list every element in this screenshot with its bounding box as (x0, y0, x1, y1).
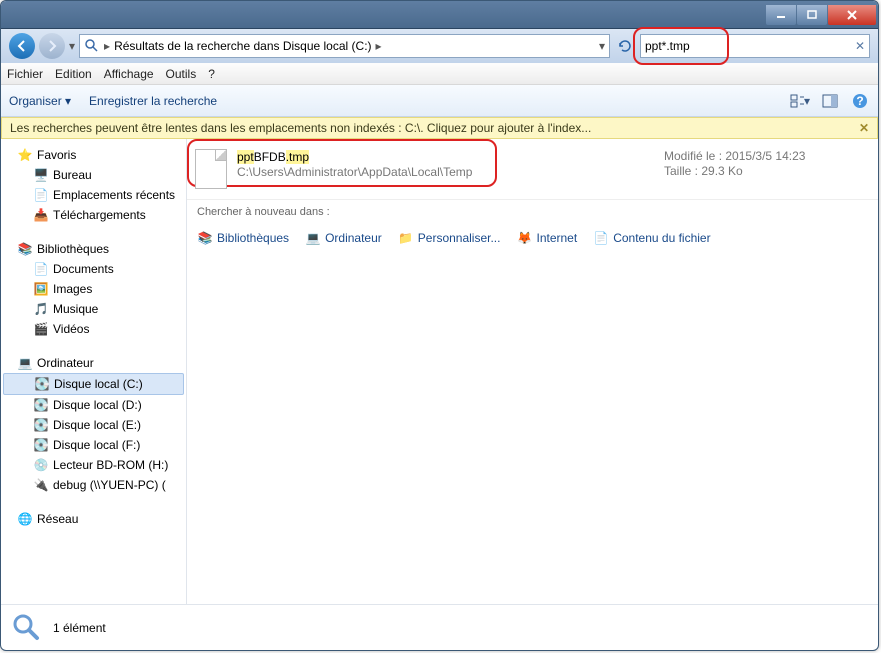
back-button[interactable] (9, 33, 35, 59)
disk-icon: 💽 (33, 417, 49, 433)
result-path: C:\Users\Administrator\AppData\Local\Tem… (237, 165, 664, 179)
explorer-window: ▾ ▸ Résultats de la recherche dans Disqu… (0, 0, 879, 651)
downloads-icon: 📥 (33, 207, 49, 223)
disk-icon: 💽 (34, 376, 50, 392)
disk-icon: 💽 (33, 437, 49, 453)
minimize-button[interactable] (766, 5, 796, 25)
help-button[interactable]: ? (850, 93, 870, 109)
sidebar-item-videos[interactable]: 🎬Vidéos (1, 319, 186, 339)
modified-value: 2015/3/5 14:23 (725, 149, 805, 163)
search-again-computer[interactable]: 💻Ordinateur (305, 230, 382, 246)
size-value: 29.3 Ko (701, 164, 742, 178)
breadcrumb-label: Résultats de la recherche dans Disque lo… (114, 39, 371, 53)
navigation-pane: ⭐ Favoris 🖥️Bureau 📄Emplacements récents… (1, 139, 187, 604)
modified-label: Modifié le : (664, 149, 722, 163)
netdrive-icon: 🔌 (33, 477, 49, 493)
menu-bar: Fichier Edition Affichage Outils ? (1, 63, 878, 85)
computer-header[interactable]: 💻 Ordinateur (1, 353, 186, 373)
status-bar: 1 élément (1, 604, 878, 650)
status-count: 1 élément (53, 621, 106, 635)
titlebar (1, 1, 878, 29)
menu-tools[interactable]: Outils (166, 67, 197, 81)
result-item[interactable]: pptBFDB.tmp C:\Users\Administrator\AppDa… (187, 139, 878, 199)
computer-icon: 💻 (17, 355, 33, 371)
sidebar-item-netdrive[interactable]: 🔌debug (\\YUEN-PC) ( (1, 475, 186, 495)
sidebar-item-bdrom[interactable]: 💿Lecteur BD-ROM (H:) (1, 455, 186, 475)
results-pane: pptBFDB.tmp C:\Users\Administrator\AppDa… (187, 139, 878, 604)
libraries-icon: 📚 (17, 241, 33, 257)
sidebar-item-music[interactable]: 🎵Musique (1, 299, 186, 319)
view-switch-button[interactable]: ▾ (790, 93, 810, 109)
favorites-icon: ⭐ (17, 147, 33, 163)
network-icon: 🌐 (17, 511, 33, 527)
network-header[interactable]: 🌐 Réseau (1, 509, 186, 529)
search-again-label: Chercher à nouveau dans : (187, 199, 878, 224)
result-filename: pptBFDB.tmp (237, 149, 664, 164)
maximize-button[interactable] (797, 5, 827, 25)
computer-icon: 💻 (305, 230, 321, 246)
sidebar-item-downloads[interactable]: 📥Téléchargements (1, 205, 186, 225)
history-dropdown-icon[interactable]: ▾ (69, 39, 75, 53)
svg-text:?: ? (856, 94, 863, 108)
pictures-icon: 🖼️ (33, 281, 49, 297)
menu-edit[interactable]: Edition (55, 67, 92, 81)
sidebar-item-drive-e[interactable]: 💽Disque local (E:) (1, 415, 186, 435)
size-label: Taille : (664, 164, 698, 178)
optical-icon: 💿 (33, 457, 49, 473)
forward-button[interactable] (39, 33, 65, 59)
search-box[interactable]: ✕ (640, 34, 870, 58)
search-again-customize[interactable]: 📁Personnaliser... (398, 230, 501, 246)
organize-button[interactable]: Organiser ▾ (9, 94, 71, 108)
sidebar-item-desktop[interactable]: 🖥️Bureau (1, 165, 186, 185)
sidebar-item-documents[interactable]: 📄Documents (1, 259, 186, 279)
folder-icon: 📁 (398, 230, 414, 246)
file-icon (195, 149, 227, 189)
sidebar-item-images[interactable]: 🖼️Images (1, 279, 186, 299)
disk-icon: 💽 (33, 397, 49, 413)
libraries-header[interactable]: 📚 Bibliothèques (1, 239, 186, 259)
file-content-icon: 📄 (593, 230, 609, 246)
search-again-internet[interactable]: 🦊Internet (516, 230, 577, 246)
index-info-bar[interactable]: Les recherches peuvent être lentes dans … (1, 117, 878, 139)
infobar-text: Les recherches peuvent être lentes dans … (10, 121, 591, 135)
firefox-icon: 🦊 (516, 230, 532, 246)
sidebar-item-recent[interactable]: 📄Emplacements récents (1, 185, 186, 205)
favorites-header[interactable]: ⭐ Favoris (1, 145, 186, 165)
videos-icon: 🎬 (33, 321, 49, 337)
breadcrumb-sep-icon[interactable]: ▸ (374, 39, 384, 53)
menu-view[interactable]: Affichage (104, 67, 154, 81)
breadcrumb-drop-icon[interactable]: ▾ (599, 39, 605, 53)
search-location-icon (84, 38, 100, 54)
breadcrumb-sep-icon: ▸ (102, 39, 112, 53)
save-search-button[interactable]: Enregistrer la recherche (89, 94, 217, 108)
search-again-filecontent[interactable]: 📄Contenu du fichier (593, 230, 710, 246)
libraries-icon: 📚 (197, 230, 213, 246)
sidebar-item-drive-f[interactable]: 💽Disque local (F:) (1, 435, 186, 455)
address-bar: ▾ ▸ Résultats de la recherche dans Disqu… (1, 29, 878, 63)
close-button[interactable] (828, 5, 876, 25)
breadcrumb[interactable]: ▸ Résultats de la recherche dans Disque … (79, 34, 610, 58)
toolbar: Organiser ▾ Enregistrer la recherche ▾ ? (1, 85, 878, 117)
search-input[interactable] (645, 39, 851, 53)
sidebar-item-drive-c[interactable]: 💽Disque local (C:) (3, 373, 184, 395)
refresh-button[interactable] (614, 35, 636, 57)
menu-help[interactable]: ? (208, 67, 215, 81)
music-icon: 🎵 (33, 301, 49, 317)
desktop-icon: 🖥️ (33, 167, 49, 183)
infobar-close-icon[interactable]: ✕ (859, 121, 869, 135)
search-again-libraries[interactable]: 📚Bibliothèques (197, 230, 289, 246)
clear-search-icon[interactable]: ✕ (851, 39, 865, 53)
magnifier-icon (11, 612, 43, 644)
menu-file[interactable]: Fichier (7, 67, 43, 81)
documents-icon: 📄 (33, 261, 49, 277)
preview-pane-button[interactable] (820, 93, 840, 109)
search-again-row: 📚Bibliothèques 💻Ordinateur 📁Personnalise… (187, 224, 878, 252)
recent-icon: 📄 (33, 187, 49, 203)
sidebar-item-drive-d[interactable]: 💽Disque local (D:) (1, 395, 186, 415)
